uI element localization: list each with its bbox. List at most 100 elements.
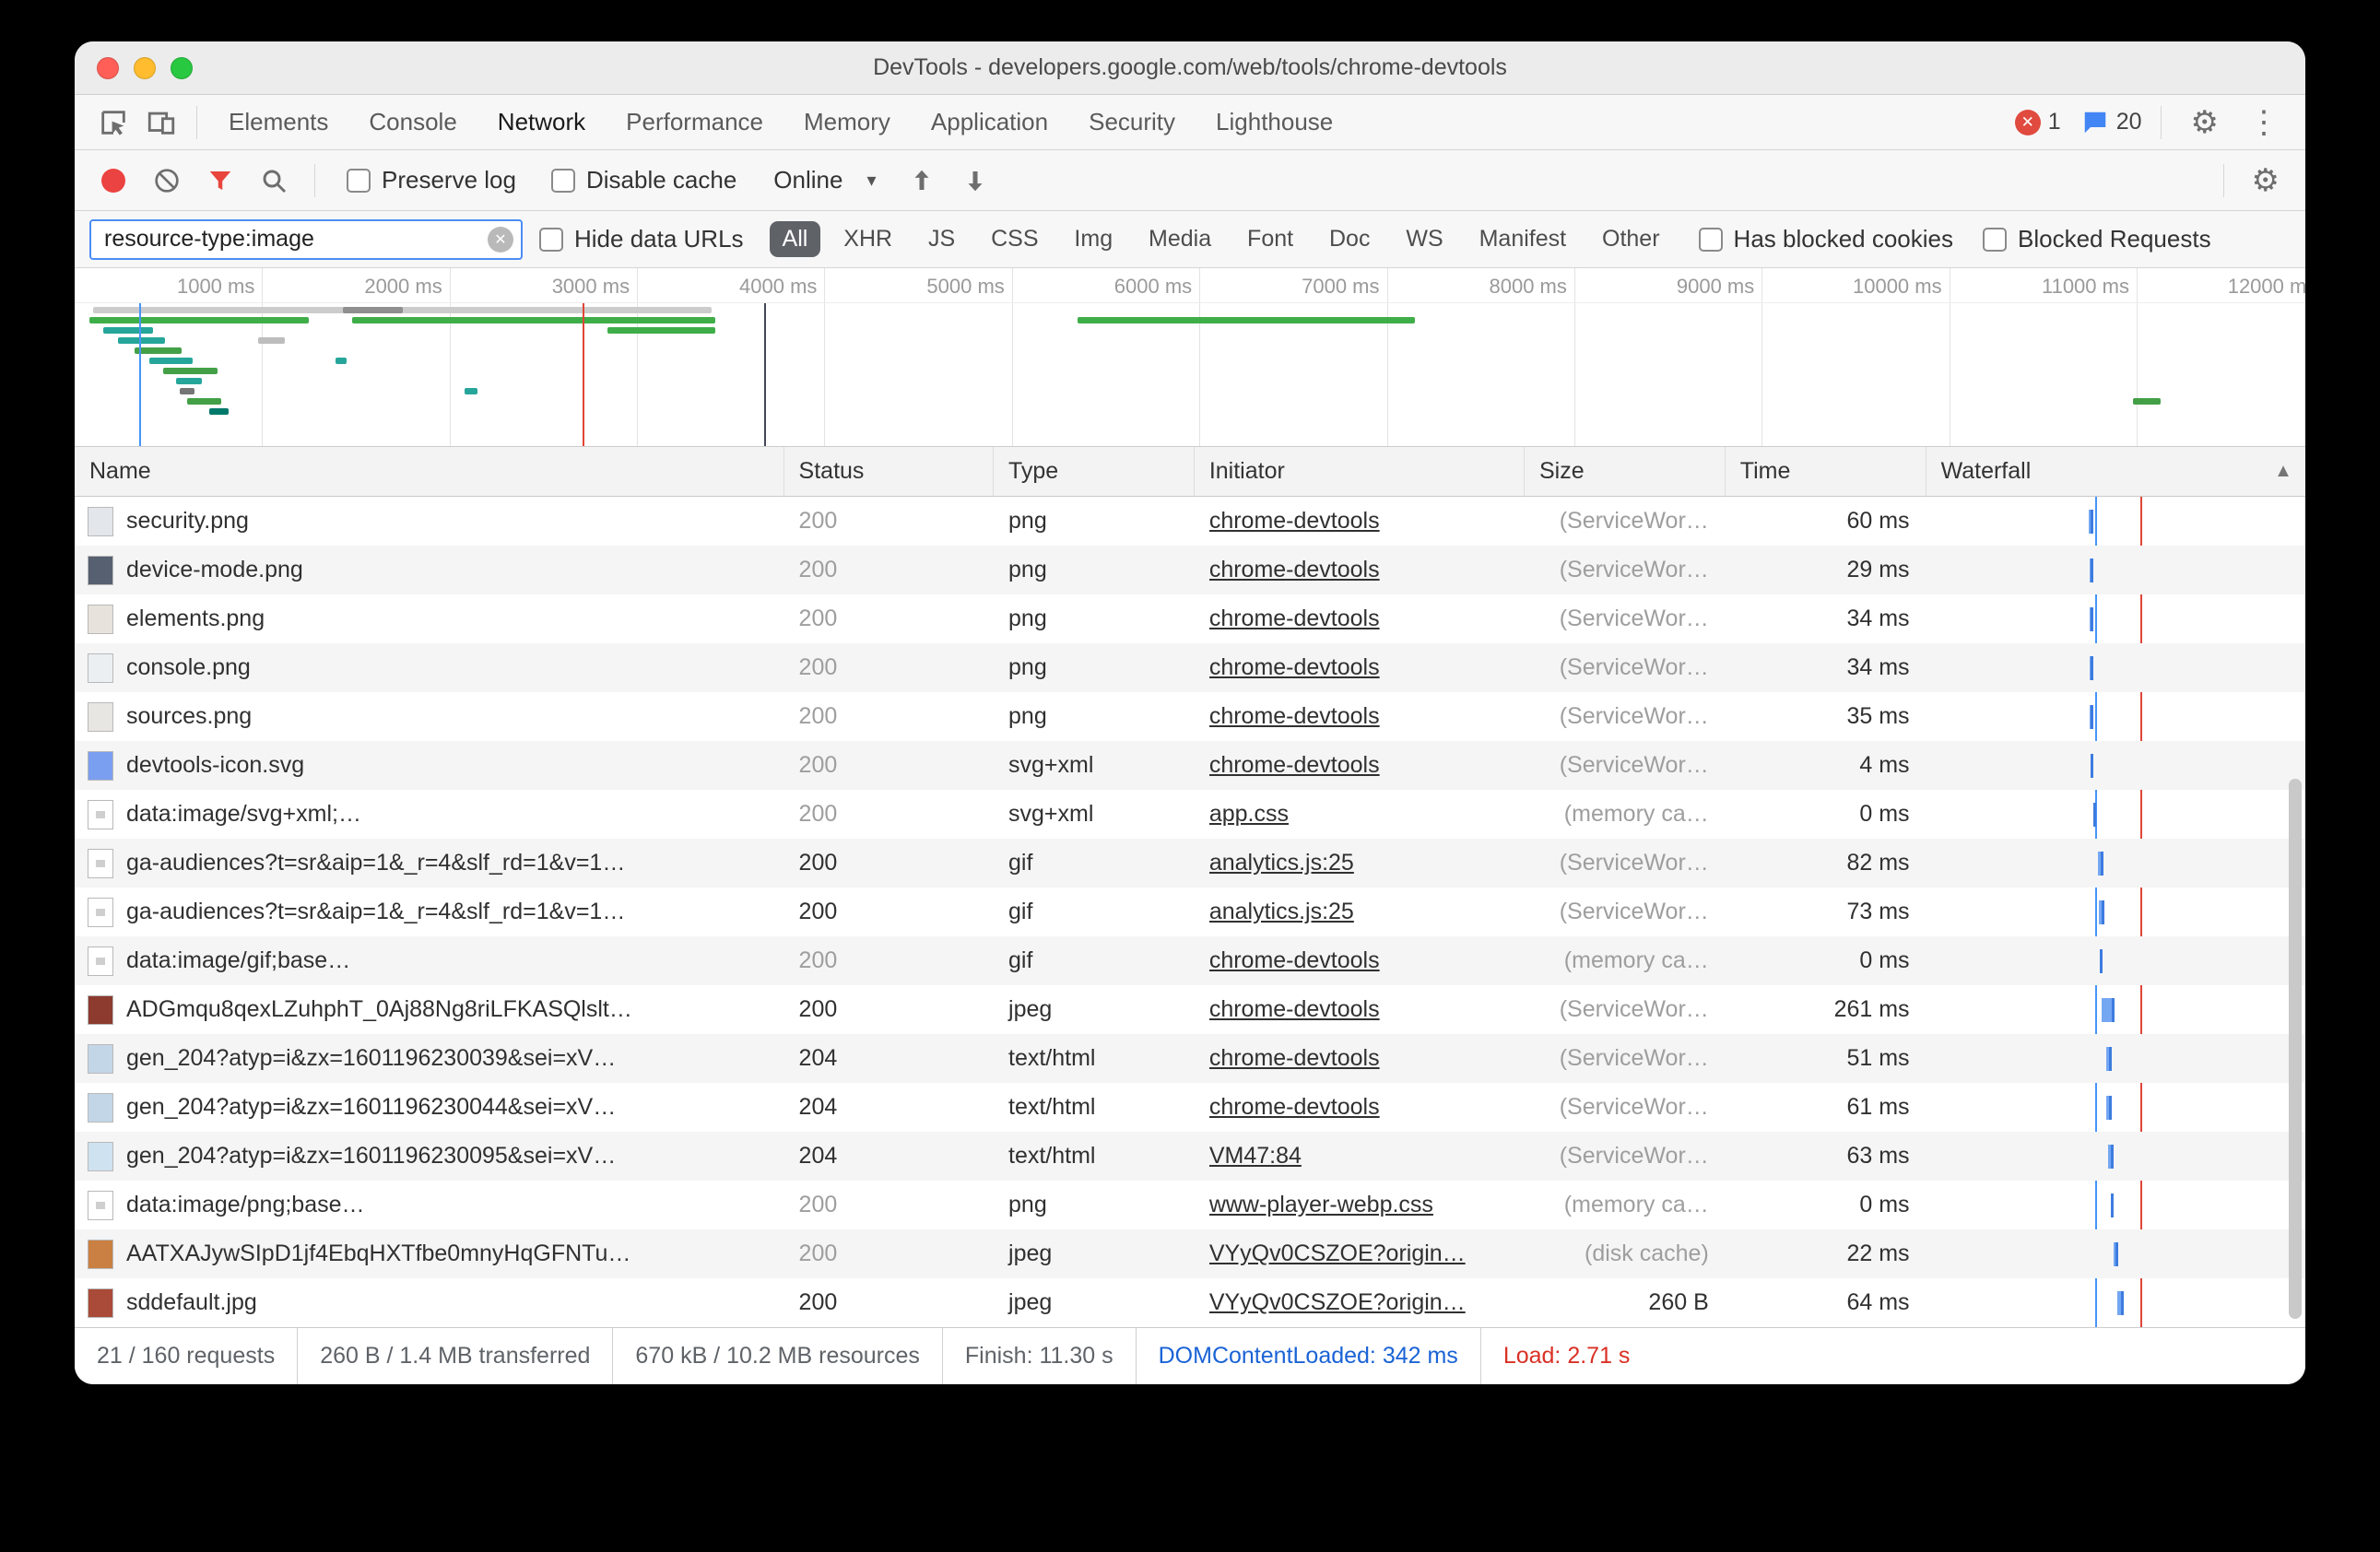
- filter-funnel-icon[interactable]: [196, 159, 244, 203]
- table-row[interactable]: sources.png200pngchrome-devtools(Service…: [75, 692, 2305, 741]
- table-row[interactable]: sddefault.jpg200jpegVYyQv0CSZOE?origin…2…: [75, 1278, 2305, 1327]
- preserve-log-checkbox[interactable]: Preserve log: [347, 166, 516, 194]
- cell-type: png: [994, 643, 1195, 692]
- column-header-type[interactable]: Type: [994, 447, 1195, 496]
- cell-time: 0 ms: [1726, 936, 1926, 985]
- table-row[interactable]: gen_204?atyp=i&zx=1601196230039&sei=xV…2…: [75, 1034, 2305, 1083]
- request-name: elements.png: [126, 606, 265, 632]
- table-row[interactable]: ga-audiences?t=sr&aip=1&_r=4&slf_rd=1&v=…: [75, 888, 2305, 936]
- tab-lighthouse[interactable]: Lighthouse: [1196, 95, 1353, 149]
- initiator-link[interactable]: app.css: [1209, 801, 1289, 828]
- overview-bar: [187, 398, 221, 405]
- search-icon[interactable]: [250, 159, 298, 203]
- table-row[interactable]: ga-audiences?t=sr&aip=1&_r=4&slf_rd=1&v=…: [75, 839, 2305, 888]
- hide-data-urls-checkbox[interactable]: Hide data URLs: [539, 225, 744, 253]
- initiator-link[interactable]: chrome-devtools: [1209, 703, 1380, 730]
- table-row[interactable]: gen_204?atyp=i&zx=1601196230095&sei=xV…2…: [75, 1132, 2305, 1181]
- vertical-scrollbar-thumb[interactable]: [2289, 779, 2302, 1319]
- initiator-link[interactable]: chrome-devtools: [1209, 947, 1380, 974]
- column-header-status[interactable]: Status: [784, 447, 994, 496]
- filter-pill-font[interactable]: Font: [1234, 221, 1306, 257]
- more-options-icon[interactable]: ⋮: [2237, 107, 2291, 138]
- zoom-window-button[interactable]: [171, 57, 193, 79]
- network-settings-gear-icon[interactable]: ⚙: [2241, 165, 2291, 196]
- initiator-link[interactable]: VYyQv0CSZOE?origin…: [1209, 1240, 1466, 1267]
- requests-summary: 21 / 160 requests: [75, 1328, 297, 1384]
- initiator-link[interactable]: www-player-webp.css: [1209, 1192, 1433, 1218]
- error-count-badge[interactable]: ✕ 1: [2015, 109, 2061, 135]
- column-header-waterfall[interactable]: Waterfall ▲: [1926, 447, 2305, 496]
- initiator-link[interactable]: chrome-devtools: [1209, 508, 1380, 535]
- filter-pill-js[interactable]: JS: [915, 221, 968, 257]
- file-icon: [88, 946, 113, 976]
- table-row[interactable]: gen_204?atyp=i&zx=1601196230044&sei=xV…2…: [75, 1083, 2305, 1132]
- resources-summary: 670 kB / 10.2 MB resources: [612, 1328, 941, 1384]
- initiator-link[interactable]: chrome-devtools: [1209, 557, 1380, 583]
- record-network-log-button[interactable]: [89, 159, 137, 203]
- filter-input[interactable]: [89, 219, 523, 260]
- tab-performance[interactable]: Performance: [606, 95, 784, 149]
- initiator-link[interactable]: analytics.js:25: [1209, 899, 1354, 925]
- column-header-initiator[interactable]: Initiator: [1195, 447, 1525, 496]
- table-row[interactable]: ADGmqu8qexLZuhphT_0Aj88Ng8riLFKASQlslt…2…: [75, 985, 2305, 1034]
- filter-pill-other[interactable]: Other: [1589, 221, 1673, 257]
- table-row[interactable]: AATXAJywSIpD1jf4EbqHXTfbe0mnyHqGFNTu…200…: [75, 1229, 2305, 1278]
- filter-pill-ws[interactable]: WS: [1393, 221, 1455, 257]
- import-har-icon[interactable]: [898, 159, 946, 203]
- table-row[interactable]: data:image/gif;base…200gifchrome-devtool…: [75, 936, 2305, 985]
- settings-gear-icon[interactable]: ⚙: [2180, 107, 2230, 138]
- blocked-requests-checkbox[interactable]: Blocked Requests: [1983, 225, 2211, 253]
- waterfall-bar: [2090, 656, 2093, 680]
- cell-time: 64 ms: [1726, 1278, 1926, 1327]
- clear-network-log-button[interactable]: [143, 159, 191, 203]
- export-har-icon[interactable]: [951, 159, 999, 203]
- cell-type: png: [994, 1181, 1195, 1229]
- table-row[interactable]: devtools-icon.svg200svg+xmlchrome-devtoo…: [75, 741, 2305, 790]
- tab-application[interactable]: Application: [911, 95, 1068, 149]
- table-row[interactable]: data:image/png;base…200pngwww-player-web…: [75, 1181, 2305, 1229]
- minimize-window-button[interactable]: [134, 57, 156, 79]
- filter-pill-doc[interactable]: Doc: [1316, 221, 1383, 257]
- column-header-size[interactable]: Size: [1525, 447, 1726, 496]
- filter-pill-manifest[interactable]: Manifest: [1467, 221, 1579, 257]
- filter-pill-media[interactable]: Media: [1136, 221, 1224, 257]
- clear-filter-icon[interactable]: ✕: [488, 227, 513, 253]
- finish-summary: Finish: 11.30 s: [942, 1328, 1136, 1384]
- initiator-link[interactable]: chrome-devtools: [1209, 606, 1380, 632]
- table-row[interactable]: console.png200pngchrome-devtools(Service…: [75, 643, 2305, 692]
- device-toolbar-icon[interactable]: [137, 100, 185, 145]
- filter-pill-xhr[interactable]: XHR: [831, 221, 905, 257]
- table-row[interactable]: security.png200pngchrome-devtools(Servic…: [75, 497, 2305, 546]
- tab-console[interactable]: Console: [348, 95, 477, 149]
- has-blocked-cookies-checkbox[interactable]: Has blocked cookies: [1699, 225, 1953, 253]
- initiator-link[interactable]: VM47:84: [1209, 1143, 1302, 1170]
- initiator-link[interactable]: chrome-devtools: [1209, 1094, 1380, 1121]
- console-message-badge[interactable]: 20: [2081, 109, 2142, 136]
- close-window-button[interactable]: [97, 57, 119, 79]
- initiator-link[interactable]: chrome-devtools: [1209, 996, 1380, 1023]
- column-header-name[interactable]: Name: [75, 447, 784, 496]
- filter-pill-all[interactable]: All: [770, 221, 821, 257]
- network-overview[interactable]: 1000 ms2000 ms3000 ms4000 ms5000 ms6000 …: [75, 268, 2305, 447]
- initiator-link[interactable]: analytics.js:25: [1209, 850, 1354, 876]
- throttling-select[interactable]: Online ▾: [773, 166, 876, 194]
- tab-security[interactable]: Security: [1068, 95, 1196, 149]
- inspect-element-icon[interactable]: [89, 100, 137, 145]
- tab-network[interactable]: Network: [477, 95, 606, 149]
- tick-label: 8000 ms: [1490, 275, 1574, 299]
- filter-pill-css[interactable]: CSS: [978, 221, 1051, 257]
- initiator-link[interactable]: VYyQv0CSZOE?origin…: [1209, 1289, 1466, 1316]
- initiator-link[interactable]: chrome-devtools: [1209, 654, 1380, 681]
- has-blocked-cookies-label: Has blocked cookies: [1734, 225, 1953, 253]
- table-row[interactable]: device-mode.png200pngchrome-devtools(Ser…: [75, 546, 2305, 594]
- tab-memory[interactable]: Memory: [784, 95, 911, 149]
- column-header-time[interactable]: Time: [1726, 447, 1926, 496]
- table-row[interactable]: elements.png200pngchrome-devtools(Servic…: [75, 594, 2305, 643]
- initiator-link[interactable]: chrome-devtools: [1209, 1045, 1380, 1072]
- tab-elements[interactable]: Elements: [208, 95, 348, 149]
- table-row[interactable]: data:image/svg+xml;…200svg+xmlapp.css(me…: [75, 790, 2305, 839]
- disable-cache-checkbox[interactable]: Disable cache: [551, 166, 736, 194]
- filter-pill-img[interactable]: Img: [1061, 221, 1125, 257]
- checkbox-box: [1699, 228, 1723, 252]
- initiator-link[interactable]: chrome-devtools: [1209, 752, 1380, 779]
